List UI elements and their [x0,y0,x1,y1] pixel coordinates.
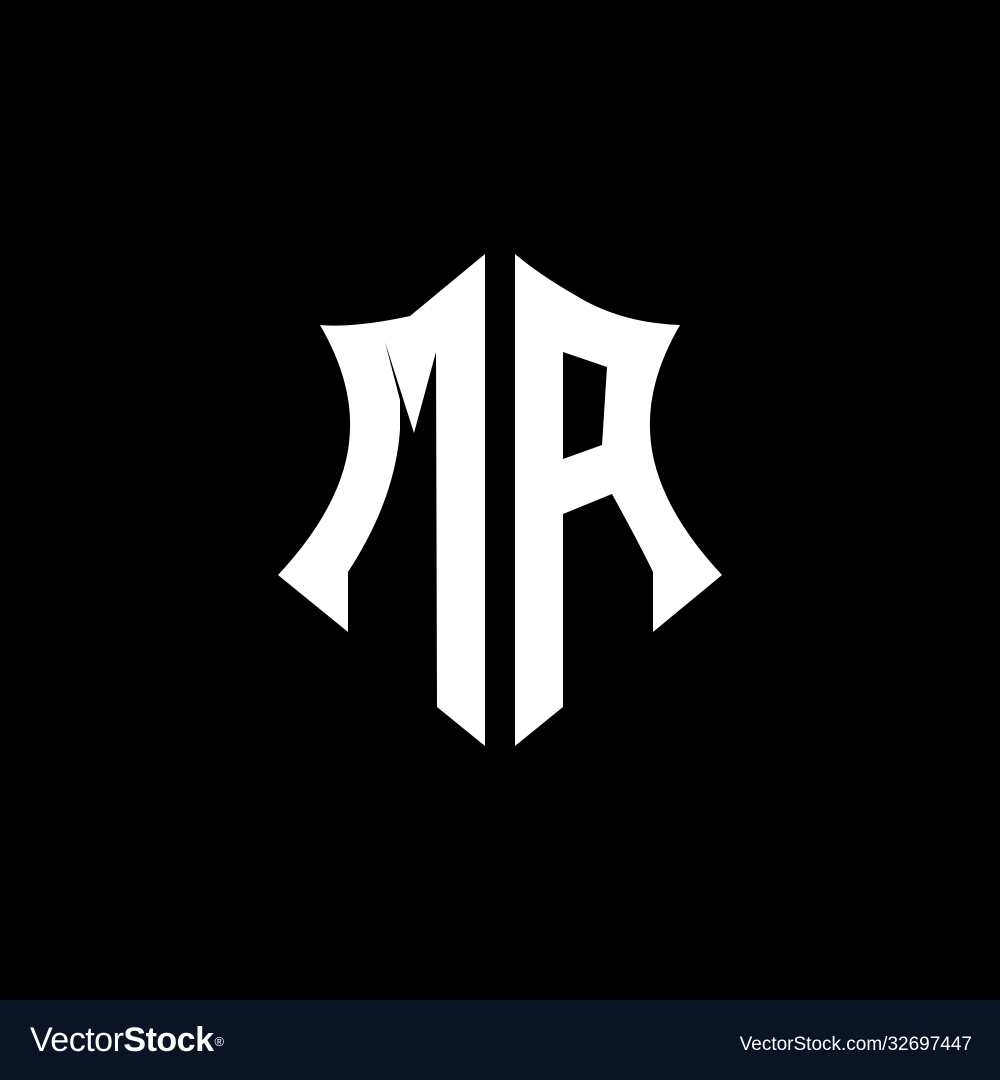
image-canvas: VectorStock® VectorStock.com/32697447 [0,0,1000,1080]
image-id-text: VectorStock.com/32697447 [739,1034,972,1055]
brand-light-text: Vector [30,1021,124,1059]
registered-mark: ® [214,1034,224,1049]
logo-artwork [0,0,1000,1000]
letter-m-shape [278,254,485,746]
letter-a-shape [515,254,722,746]
vectorstock-brand-logo: VectorStock® [30,1020,224,1060]
brand-bold-text: Stock [123,1021,214,1059]
watermark-bar: VectorStock® VectorStock.com/32697447 [0,1000,1000,1080]
ma-shield-monogram-icon [278,254,722,746]
